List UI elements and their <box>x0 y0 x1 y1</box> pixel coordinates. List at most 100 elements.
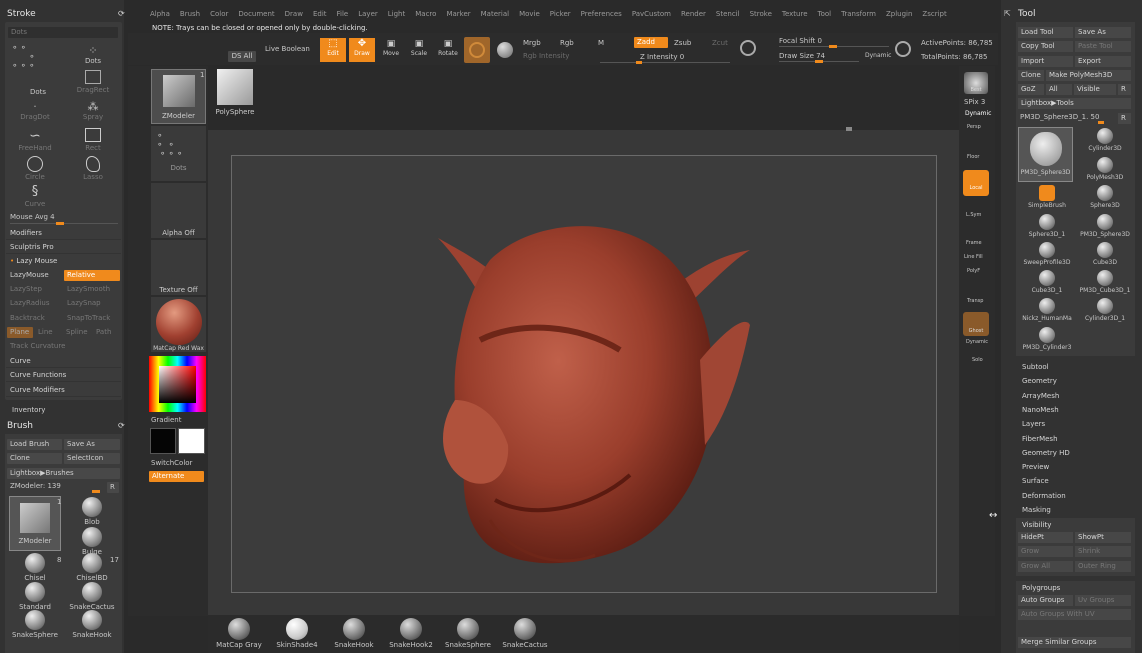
stroke-tile-circle[interactable]: Circle <box>10 156 60 181</box>
lazysnap-slider[interactable]: LazySnap <box>64 298 120 309</box>
brush-refresh-icon[interactable]: ⟳ <box>118 421 125 430</box>
grow-button[interactable]: Grow <box>1018 546 1073 557</box>
main-color-swatch[interactable] <box>178 428 205 454</box>
export-button[interactable]: Export <box>1075 56 1131 67</box>
tool-tile-10[interactable]: Nickz_HumanMa <box>1019 298 1075 322</box>
stroke-tile-curve[interactable]: § Curve <box>10 184 60 208</box>
menu-texture[interactable]: Texture <box>782 10 808 18</box>
right-shelf-local-button[interactable]: Local <box>963 170 989 196</box>
tool-menu-arraymesh[interactable]: ArrayMesh <box>1022 392 1059 400</box>
rgb-intensity-slider[interactable]: Rgb Intensity <box>523 52 569 60</box>
spline-button[interactable]: Spline <box>63 327 91 338</box>
showpt-button[interactable]: ShowPt <box>1075 532 1131 543</box>
visibility-header[interactable]: Visibility <box>1022 521 1051 529</box>
focal-shift-knob[interactable] <box>829 45 837 48</box>
tool-collapse-icon[interactable]: ⇱ <box>1004 9 1011 18</box>
tool-menu-nanomesh[interactable]: NanoMesh <box>1022 406 1059 414</box>
bottom-shelf-item-snakehook2[interactable]: SnakeHook2 <box>385 618 437 649</box>
stroke-tile-dragdot[interactable]: · DragDot <box>10 100 60 121</box>
current-tool-r-button[interactable]: R <box>1118 113 1131 124</box>
stroke-refresh-icon[interactable]: ⟳ <box>118 9 125 18</box>
tool-menu-fibermesh[interactable]: FiberMesh <box>1022 435 1058 443</box>
load-tool-button[interactable]: Load Tool <box>1018 27 1073 38</box>
copy-tool-button[interactable]: Copy Tool <box>1018 41 1073 52</box>
edit-button[interactable]: ⬚ Edit <box>320 38 346 62</box>
tool-clone-button[interactable]: Clone <box>1018 70 1044 81</box>
lightbox-tools-button[interactable]: Lightbox▶Tools <box>1018 98 1131 109</box>
shelf-material-tile[interactable]: MatCap Red Wax <box>151 297 206 352</box>
make-polymesh-button[interactable]: Make PolyMesh3D <box>1046 70 1131 81</box>
canvas-scroll-indicator[interactable] <box>846 127 852 131</box>
sculptris-pro-menu[interactable]: Sculptris Pro <box>6 241 121 254</box>
alternate-button[interactable]: Alternate <box>149 471 204 482</box>
mouse-avg-slider[interactable]: Mouse Avg 4 <box>10 213 55 221</box>
shelf-zmodeler-tile[interactable]: ZModeler <box>151 69 206 124</box>
bottom-shelf-item-skinshade4[interactable]: SkinShade4 <box>271 618 323 649</box>
shrink-button[interactable]: Shrink <box>1075 546 1131 557</box>
bottom-shelf-item-snakesphere[interactable]: SnakeSphere <box>442 618 494 649</box>
brush-clone-button[interactable]: Clone <box>7 453 62 464</box>
tool-tile-4[interactable]: Sphere3D_1 <box>1019 214 1075 238</box>
import-button[interactable]: Import <box>1018 56 1073 67</box>
right-shelf-lsym[interactable]: L.Sym <box>966 212 981 218</box>
texture-swatch-button[interactable] <box>494 37 516 63</box>
all-button[interactable]: All <box>1046 84 1072 95</box>
brush-tile-bulge[interactable]: Bulge <box>67 527 117 556</box>
right-shelf-dynamic[interactable]: Dynamic <box>965 110 991 117</box>
shelf-polysphere-tile[interactable]: PolySphere <box>210 69 260 119</box>
ds-all-button[interactable]: DS All <box>228 51 256 62</box>
menu-preferences[interactable]: Preferences <box>581 10 622 18</box>
tool-tile-1[interactable]: Cylinder3D <box>1077 128 1133 152</box>
menu-zplugin[interactable]: Zplugin <box>886 10 912 18</box>
brush-tile-snakesphere[interactable]: SnakeSphere <box>10 610 60 639</box>
tool-menu-deformation[interactable]: Deformation <box>1022 492 1066 500</box>
bottom-shelf-item-snakecactus[interactable]: SnakeCactus <box>499 618 551 649</box>
brush-tile-standard[interactable]: Standard <box>10 582 60 611</box>
outer-ring-button[interactable]: Outer Ring <box>1075 561 1131 572</box>
menu-movie[interactable]: Movie <box>519 10 540 18</box>
menu-draw[interactable]: Draw <box>285 10 303 18</box>
visible-button[interactable]: Visible <box>1074 84 1116 95</box>
tool-save-as-button[interactable]: Save As <box>1075 27 1131 38</box>
menu-stencil[interactable]: Stencil <box>716 10 740 18</box>
load-brush-button[interactable]: Load Brush <box>7 439 62 450</box>
stroke-tile-dots[interactable]: ⁘ Dots <box>68 44 118 65</box>
m-button[interactable]: M <box>598 39 604 47</box>
tool-tile-6[interactable]: SweepProfile3D <box>1019 242 1075 266</box>
gradient-label[interactable]: Gradient <box>151 416 181 424</box>
menu-light[interactable]: Light <box>388 10 405 18</box>
stroke-dots-field[interactable]: Dots <box>8 27 118 38</box>
goz-button[interactable]: GoZ <box>1018 84 1044 95</box>
right-shelf-floor[interactable]: Floor <box>967 154 979 160</box>
current-tool-knob[interactable] <box>1098 121 1104 124</box>
menu-transform[interactable]: Transform <box>841 10 876 18</box>
shelf-alpha-tile[interactable]: Alpha Off <box>151 183 206 238</box>
tool-menu-surface[interactable]: Surface <box>1022 477 1049 485</box>
sculpted-head-model[interactable] <box>420 200 760 580</box>
menu-macro[interactable]: Macro <box>415 10 436 18</box>
tool-tile-7[interactable]: PM3D_Sphere3D <box>1077 214 1133 238</box>
current-brush-slider[interactable]: ZModeler: 139 <box>10 482 61 490</box>
switch-color-button[interactable]: SwitchColor <box>151 459 192 467</box>
brush-tile-zmodeler[interactable]: ZModeler <box>9 496 61 551</box>
inventory-menu[interactable]: Inventory <box>12 406 45 414</box>
draw-button[interactable]: ✥ Draw <box>349 38 375 62</box>
tool-r-button[interactable]: R <box>1118 84 1131 95</box>
menu-brush[interactable]: Brush <box>180 10 200 18</box>
plane-button[interactable]: Plane <box>7 327 33 338</box>
tool-tile-3[interactable]: PolyMesh3D <box>1077 157 1133 181</box>
track-curvature-slider[interactable]: Track Curvature <box>7 341 120 352</box>
right-shelf-persp[interactable]: Persp <box>967 124 981 130</box>
color-picker-square[interactable] <box>159 366 196 403</box>
menu-marker[interactable]: Marker <box>446 10 470 18</box>
tool-tile-2[interactable]: SimpleBrush <box>1019 185 1075 209</box>
menu-edit[interactable]: Edit <box>313 10 327 18</box>
modifiers-menu[interactable]: Modifiers <box>6 227 121 240</box>
shelf-stroke-tile[interactable]: ∘ ∘ ∘ ∘ ∘ ∘ Dots <box>151 126 206 181</box>
lazy-mouse-header[interactable]: • Lazy Mouse <box>6 255 121 268</box>
move-button[interactable]: ▣ Move <box>378 38 404 62</box>
uv-groups-button[interactable]: Uv Groups <box>1075 595 1131 606</box>
right-shelf-ghost-button[interactable]: Ghost <box>963 312 989 336</box>
tool-menu-masking[interactable]: Masking <box>1022 506 1051 514</box>
menu-picker[interactable]: Picker <box>550 10 571 18</box>
